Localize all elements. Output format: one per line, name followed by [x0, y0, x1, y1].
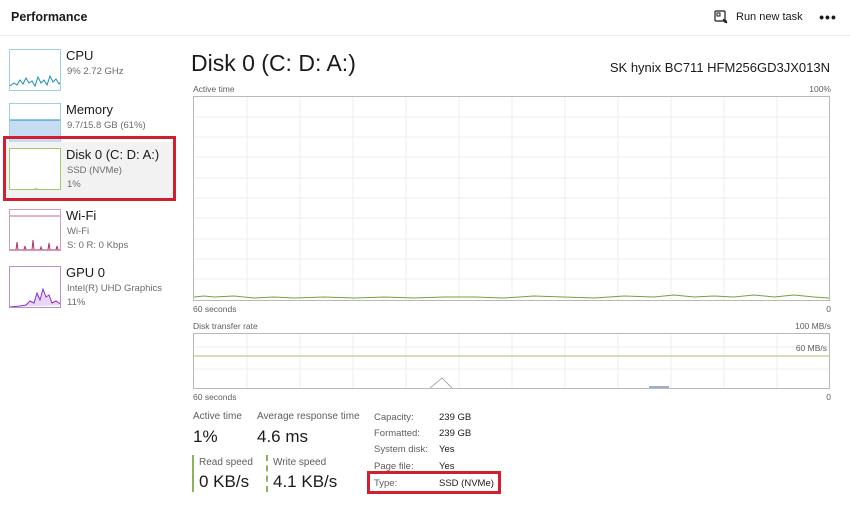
system-disk-label: System disk:: [374, 444, 428, 455]
active-time-graph: [193, 96, 830, 301]
active-time-graph-label: Active time: [193, 84, 235, 94]
system-disk-value: Yes: [439, 444, 455, 455]
cpu-thumbnail-graph: [9, 49, 61, 91]
sidebar-item-wifi[interactable]: Wi-Fi Wi-Fi S: 0 R: 0 Kbps: [4, 203, 174, 257]
active-time-graph-svg: [194, 97, 829, 300]
transfer-rate-x-right: 0: [826, 392, 831, 402]
transfer-rate-x-left: 60 seconds: [193, 392, 237, 402]
page-title: Performance: [11, 10, 88, 24]
active-time-x-right: 0: [826, 304, 831, 314]
avg-response-stat-label: Average response time: [257, 411, 360, 422]
sidebar-item-usage: 1%: [67, 179, 81, 190]
disk-details-panel: Disk 0 (C: D: A:) SK hynix BC711 HFM256G…: [176, 37, 850, 508]
memory-thumbnail-graph: [9, 103, 61, 145]
type-value: SSD (NVMe): [439, 478, 494, 489]
type-label: Type:: [374, 478, 398, 489]
transfer-rate-max-label: 100 MB/s: [795, 321, 831, 331]
sidebar-item-disk-0[interactable]: Disk 0 (C: D: A:) SSD (NVMe) 1%: [4, 142, 174, 198]
more-options-button[interactable]: •••: [815, 6, 841, 28]
transfer-rate-graph-label: Disk transfer rate: [193, 321, 258, 331]
formatted-label: Formatted:: [374, 428, 420, 439]
page-file-label: Page file:: [374, 461, 414, 472]
active-time-stat-label: Active time: [193, 411, 242, 422]
disk-model: SK hynix BC711 HFM256GD3JX013N: [609, 60, 830, 75]
formatted-value: 239 GB: [439, 428, 472, 439]
run-task-icon: [714, 10, 728, 24]
avg-response-stat-value: 4.6 ms: [257, 427, 309, 446]
sidebar-item-label: GPU 0: [66, 265, 106, 280]
title-bar: Performance Run new task •••: [0, 0, 850, 36]
write-speed-value: 4.1 KB/s: [273, 472, 338, 491]
page-file-value: Yes: [439, 461, 455, 472]
sidebar-item-detail: 9.7/15.8 GB (61%): [67, 120, 146, 131]
sidebar-item-detail: Wi-Fi: [67, 226, 90, 237]
active-time-stat-value: 1%: [193, 427, 218, 446]
sidebar-item-detail: Intel(R) UHD Graphics: [67, 283, 163, 294]
transfer-rate-graph: 60 MB/s: [193, 333, 830, 389]
more-icon: •••: [819, 9, 837, 25]
sidebar-item-label: Disk 0 (C: D: A:): [66, 147, 160, 162]
sidebar-item-label: CPU: [66, 48, 94, 63]
gpu-thumbnail-graph: [9, 266, 61, 308]
disk-thumbnail-graph: [9, 148, 61, 190]
run-new-task-label: Run new task: [736, 11, 803, 23]
sidebar-item-detail: 9% 2.72 GHz: [67, 66, 124, 77]
transfer-rate-graph-svg: [194, 334, 829, 388]
read-speed-value: 0 KB/s: [199, 472, 250, 491]
write-speed-label: Write speed: [273, 457, 327, 468]
sidebar-item-throughput: S: 0 R: 0 Kbps: [67, 240, 129, 251]
capacity-value: 239 GB: [439, 412, 472, 423]
sidebar-item-label: Memory: [66, 102, 113, 117]
read-speed-indicator: [192, 455, 194, 492]
write-speed-indicator: [266, 455, 268, 492]
run-new-task-button[interactable]: Run new task: [714, 6, 803, 28]
sidebar-item-detail: SSD (NVMe): [67, 165, 122, 176]
transfer-rate-ref-label: 60 MB/s: [795, 343, 827, 353]
sidebar: CPU 9% 2.72 GHz Memory 9.7/15.8 GB (61%)…: [0, 37, 176, 508]
sidebar-item-cpu[interactable]: CPU 9% 2.72 GHz: [4, 43, 174, 97]
active-time-x-left: 60 seconds: [193, 304, 237, 314]
sidebar-item-gpu-0[interactable]: GPU 0 Intel(R) UHD Graphics 11%: [4, 260, 174, 314]
disk-title: Disk 0 (C: D: A:): [191, 50, 356, 76]
active-time-max-label: 100%: [809, 84, 831, 94]
wifi-thumbnail-graph: [9, 209, 61, 251]
sidebar-item-usage: 11%: [67, 297, 86, 308]
sidebar-item-label: Wi-Fi: [66, 208, 97, 223]
capacity-label: Capacity:: [374, 412, 414, 423]
read-speed-label: Read speed: [199, 457, 253, 468]
